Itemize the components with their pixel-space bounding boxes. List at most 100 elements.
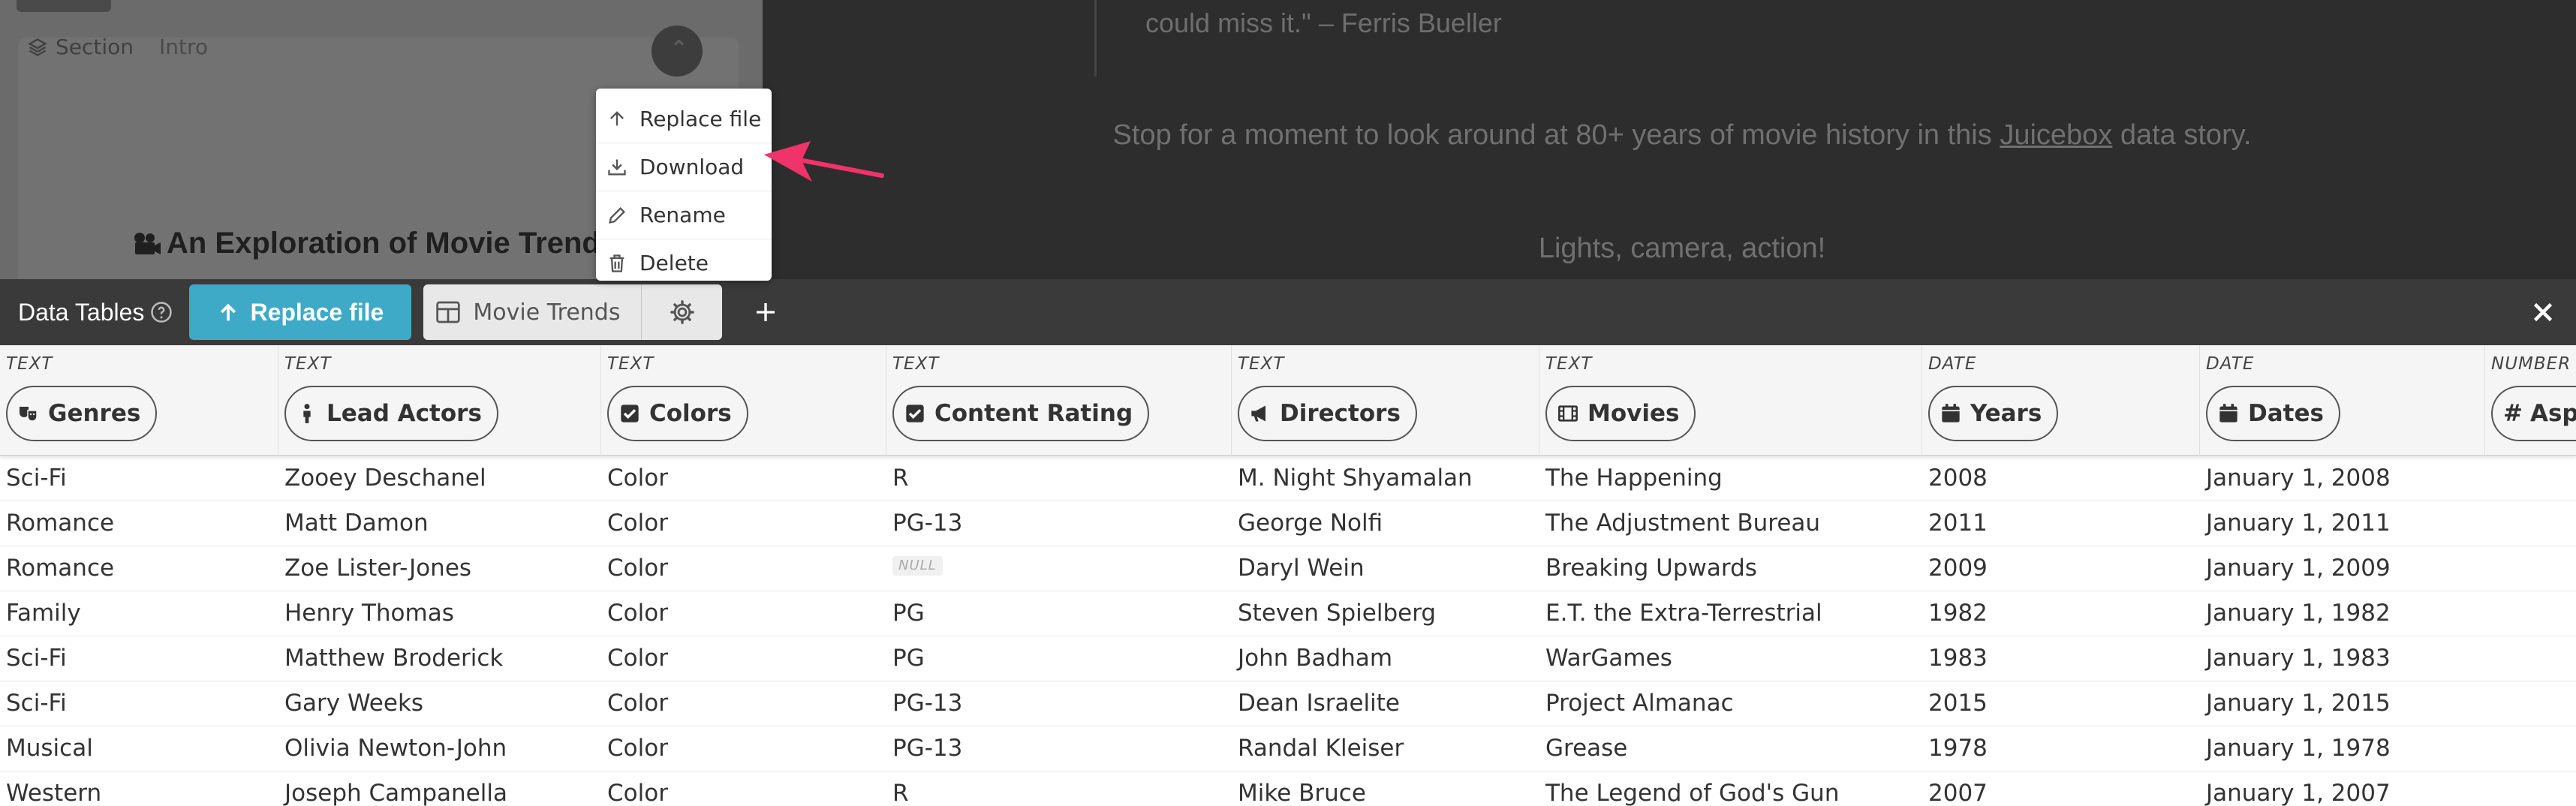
cell-director[interactable]: John Badham bbox=[1232, 636, 1539, 681]
cell-date[interactable]: January 1, 2008 bbox=[2200, 456, 2485, 501]
cell-lead-actor[interactable]: Matt Damon bbox=[278, 501, 601, 546]
column-pill-years[interactable]: Years bbox=[1928, 386, 2059, 441]
cell-content-rating[interactable]: PG-13 bbox=[886, 681, 1232, 726]
cell-genre[interactable]: Western bbox=[0, 771, 278, 806]
cell-lead-actor[interactable]: Zooey Deschanel bbox=[278, 456, 601, 501]
table-row[interactable]: Family Henry Thomas Color PG Steven Spielber… bbox=[0, 591, 2576, 636]
table-row[interactable]: Romance Matt Damon Color PG-13 George Nolfi T… bbox=[0, 501, 2576, 546]
cell-color[interactable]: Color bbox=[601, 546, 886, 591]
cell-movie[interactable]: The Happening bbox=[1539, 456, 1922, 501]
cell-genre[interactable]: Musical bbox=[0, 726, 278, 771]
cell-date[interactable]: January 1, 2007 bbox=[2200, 771, 2485, 806]
cell-year[interactable]: 2015 bbox=[1922, 681, 2200, 726]
juicebox-link[interactable]: Juicebox bbox=[2000, 119, 2112, 151]
cell-genre[interactable]: Sci-Fi bbox=[0, 456, 278, 501]
column-pill-content-rating[interactable]: Content Rating bbox=[892, 386, 1150, 441]
column-pill-lead-actors[interactable]: Lead Actors bbox=[284, 386, 498, 441]
section-name[interactable]: Intro bbox=[159, 35, 208, 59]
cell-genre[interactable]: Romance bbox=[0, 546, 278, 591]
cell-date[interactable]: January 1, 1982 bbox=[2200, 591, 2485, 636]
cell-lead-actor[interactable]: Gary Weeks bbox=[278, 681, 601, 726]
cell-director[interactable]: M. Night Shyamalan bbox=[1232, 456, 1539, 501]
column-pill-movies[interactable]: Movies bbox=[1545, 386, 1696, 441]
cell-movie[interactable]: Breaking Upwards bbox=[1539, 546, 1922, 591]
cell-movie[interactable]: Grease bbox=[1539, 726, 1922, 771]
column-pill-directors[interactable]: Directors bbox=[1238, 386, 1417, 441]
table-row[interactable]: Western Joseph Campanella Color R Mike Bruce… bbox=[0, 771, 2576, 806]
column-pill-aspect[interactable]: # Asp bbox=[2491, 386, 2576, 441]
cell-content-rating[interactable]: PG-13 bbox=[886, 726, 1232, 771]
cell-date[interactable]: January 1, 2009 bbox=[2200, 546, 2485, 591]
table-row[interactable]: Musical Olivia Newton-John Color PG-13 Randa… bbox=[0, 726, 2576, 771]
cell-genre[interactable]: Romance bbox=[0, 501, 278, 546]
menu-item-replace-file[interactable]: Replace file bbox=[596, 95, 772, 143]
film-icon bbox=[1558, 405, 1578, 422]
cell-content-rating[interactable]: R bbox=[886, 771, 1232, 806]
cell-year[interactable]: 2011 bbox=[1922, 501, 2200, 546]
cell-lead-actor[interactable]: Joseph Campanella bbox=[278, 771, 601, 806]
table-row[interactable]: Sci-Fi Zooey Deschanel Color R M. Night Shya… bbox=[0, 456, 2576, 501]
menu-item-download[interactable]: Download bbox=[596, 143, 772, 191]
cell-year[interactable]: 1978 bbox=[1922, 726, 2200, 771]
close-icon[interactable] bbox=[2529, 299, 2556, 326]
cell-director[interactable]: Dean Israelite bbox=[1232, 681, 1539, 726]
cell-year[interactable]: 1982 bbox=[1922, 591, 2200, 636]
cell-content-rating[interactable]: NULL bbox=[886, 546, 1232, 591]
cell-year[interactable]: 1983 bbox=[1922, 636, 2200, 681]
cell-movie[interactable]: Project Almanac bbox=[1539, 681, 1922, 726]
cell-content-rating[interactable]: R bbox=[886, 456, 1232, 501]
cell-movie[interactable]: The Legend of God's Gun bbox=[1539, 771, 1922, 806]
cell-year[interactable]: 2009 bbox=[1922, 546, 2200, 591]
column-pill-dates[interactable]: Dates bbox=[2206, 386, 2340, 441]
cell-date[interactable]: January 1, 1978 bbox=[2200, 726, 2485, 771]
cell-date[interactable]: January 1, 2015 bbox=[2200, 681, 2485, 726]
cell-date[interactable]: January 1, 1983 bbox=[2200, 636, 2485, 681]
cell-genre[interactable]: Sci-Fi bbox=[0, 636, 278, 681]
cell-color[interactable]: Color bbox=[601, 456, 886, 501]
cell-content-rating[interactable]: PG bbox=[886, 591, 1232, 636]
table-row[interactable]: Sci-Fi Gary Weeks Color PG-13 Dean Israelite… bbox=[0, 681, 2576, 726]
replace-file-button[interactable]: Replace file bbox=[189, 284, 412, 340]
cell-genre[interactable]: Family bbox=[0, 591, 278, 636]
cell-color[interactable]: Color bbox=[601, 681, 886, 726]
cell-date[interactable]: January 1, 2011 bbox=[2200, 501, 2485, 546]
add-table-button[interactable] bbox=[751, 297, 781, 327]
column-header-dates: DATE Dates bbox=[2200, 345, 2485, 456]
cell-director[interactable]: Randal Kleiser bbox=[1232, 726, 1539, 771]
editor-tab-stub[interactable] bbox=[17, 0, 111, 12]
menu-item-rename[interactable]: Rename bbox=[596, 191, 772, 239]
cell-color[interactable]: Color bbox=[601, 591, 886, 636]
cell-director[interactable]: Steven Spielberg bbox=[1232, 591, 1539, 636]
cell-director[interactable]: Daryl Wein bbox=[1232, 546, 1539, 591]
cell-director[interactable]: George Nolfi bbox=[1232, 501, 1539, 546]
cell-content-rating[interactable]: PG-13 bbox=[886, 501, 1232, 546]
cell-content-rating[interactable]: PG bbox=[886, 636, 1232, 681]
cell-movie[interactable]: WarGames bbox=[1539, 636, 1922, 681]
cell-color[interactable]: Color bbox=[601, 636, 886, 681]
cell-color[interactable]: Color bbox=[601, 771, 886, 806]
cell-color[interactable]: Color bbox=[601, 726, 886, 771]
cell-color[interactable]: Color bbox=[601, 501, 886, 546]
help-icon[interactable] bbox=[150, 301, 173, 323]
cell-movie[interactable]: The Adjustment Bureau bbox=[1539, 501, 1922, 546]
cell-movie[interactable]: E.T. the Extra-Terrestrial bbox=[1539, 591, 1922, 636]
column-pill-colors[interactable]: Colors bbox=[607, 386, 748, 441]
cell-year[interactable]: 2008 bbox=[1922, 456, 2200, 501]
section-collapse-button[interactable]: ⌃ bbox=[652, 26, 703, 77]
table-row[interactable]: Romance Zoe Lister-Jones Color NULL Daryl We… bbox=[0, 546, 2576, 591]
story-preview-panel: could miss it." – Ferris Bueller Stop fo… bbox=[763, 0, 2576, 279]
cell-lead-actor[interactable]: Matthew Broderick bbox=[278, 636, 601, 681]
cell-director[interactable]: Mike Bruce bbox=[1232, 771, 1539, 806]
table-tab-select[interactable]: Movie Trends bbox=[423, 284, 641, 340]
column-pill-genres[interactable]: Genres bbox=[6, 386, 158, 441]
table-settings-button[interactable] bbox=[641, 284, 722, 340]
cell-year[interactable]: 2007 bbox=[1922, 771, 2200, 806]
cell-lead-actor[interactable]: Olivia Newton-John bbox=[278, 726, 601, 771]
cell-lead-actor[interactable]: Henry Thomas bbox=[278, 591, 601, 636]
menu-item-delete[interactable]: Delete bbox=[596, 239, 772, 287]
lights-text: Lights, camera, action! bbox=[1538, 233, 1826, 264]
cell-lead-actor[interactable]: Zoe Lister-Jones bbox=[278, 546, 601, 591]
table-row[interactable]: Sci-Fi Matthew Broderick Color PG John Badha… bbox=[0, 636, 2576, 681]
cell-genre[interactable]: Sci-Fi bbox=[0, 681, 278, 726]
column-type: TEXT bbox=[1545, 354, 1593, 374]
